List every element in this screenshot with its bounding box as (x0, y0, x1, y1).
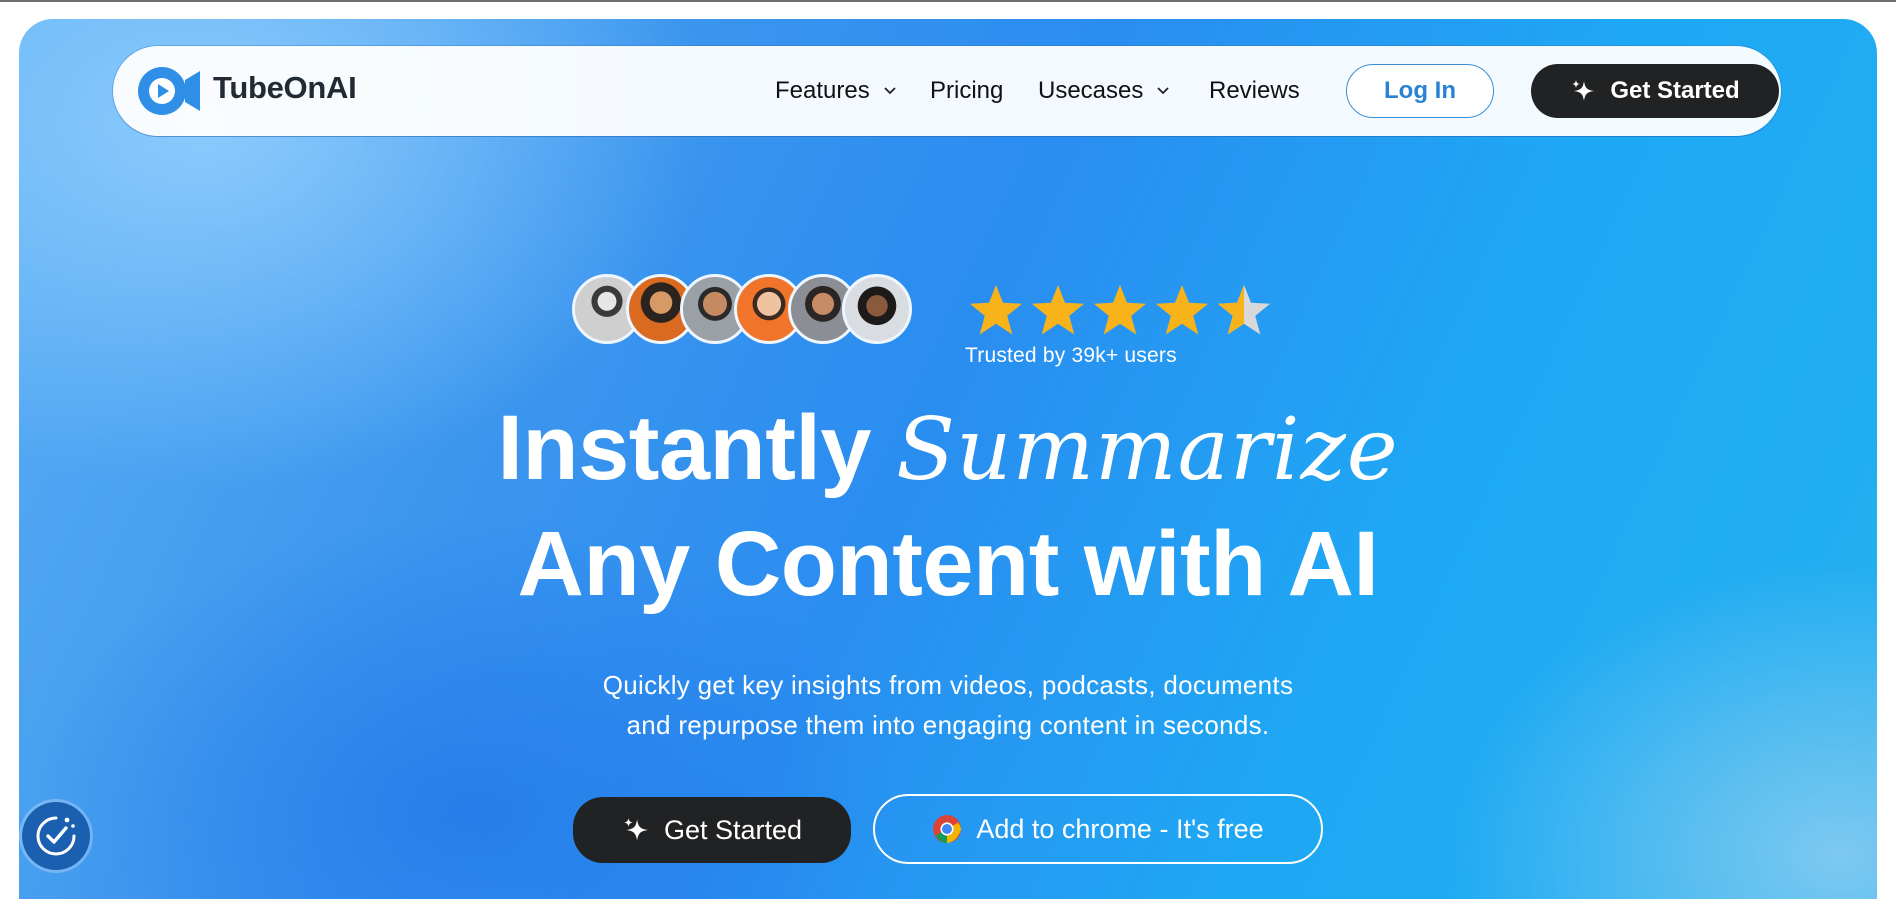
hero-subtitle: Quickly get key insights from videos, po… (19, 665, 1877, 745)
half-star-icon (1217, 285, 1271, 335)
top-border (0, 0, 1896, 2)
user-avatars (572, 274, 932, 354)
hero-section: TubeOnAI Features Pricing Usecases Revie… (19, 19, 1877, 899)
accessibility-widget-button[interactable] (22, 802, 90, 870)
star-icon (1155, 285, 1209, 335)
nav-usecases-label: Usecases (1038, 77, 1144, 104)
accessibility-check-icon (36, 816, 76, 856)
hero-subtitle-line-1: Quickly get key insights from videos, po… (602, 670, 1294, 700)
chrome-icon (933, 815, 962, 843)
star-icon (1031, 285, 1085, 335)
nav-reviews-label: Reviews (1209, 77, 1300, 104)
navbar: TubeOnAI Features Pricing Usecases Revie… (113, 46, 1781, 136)
hero-subtitle-line-2: and repurpose them into engaging content… (626, 710, 1270, 740)
star-icon (969, 285, 1023, 335)
user-avatar-6 (842, 274, 912, 344)
add-to-chrome-label: Add to chrome - It's free (976, 813, 1264, 844)
nav-pricing-label: Pricing (930, 77, 1004, 104)
chevron-down-icon (884, 87, 896, 95)
trusted-by-text: Trusted by 39k+ users (965, 344, 1177, 367)
nav-usecases[interactable]: Usecases (1038, 77, 1170, 105)
headline-emphasis: Summarize (896, 400, 1399, 500)
star-rating (968, 283, 1272, 337)
nav-reviews[interactable]: Reviews (1209, 77, 1300, 105)
sparkle-icon (624, 818, 648, 841)
star-icon (1093, 285, 1147, 335)
headline-line-2: Any Content with AI (517, 513, 1380, 615)
chevron-down-icon (1157, 87, 1170, 95)
login-button[interactable]: Log In (1346, 64, 1494, 118)
sparkle-icon (1572, 80, 1595, 101)
headline-prefix: Instantly (497, 397, 872, 499)
nav-features[interactable]: Features (775, 77, 896, 105)
brand-name[interactable]: TubeOnAI (213, 70, 357, 106)
hero-get-started-button[interactable]: Get Started (573, 797, 851, 863)
headline-line-1: Instantly Summarize (19, 402, 1877, 494)
play-camera-logo-icon[interactable] (137, 66, 201, 116)
nav-pricing[interactable]: Pricing (930, 77, 1003, 105)
nav-get-started-button[interactable]: Get Started (1531, 64, 1779, 118)
hero-get-started-label: Get Started (663, 814, 803, 845)
nav-get-started-label: Get Started (1610, 77, 1740, 104)
nav-features-label: Features (775, 77, 870, 104)
add-to-chrome-button[interactable]: Add to chrome - It's free (873, 794, 1323, 864)
